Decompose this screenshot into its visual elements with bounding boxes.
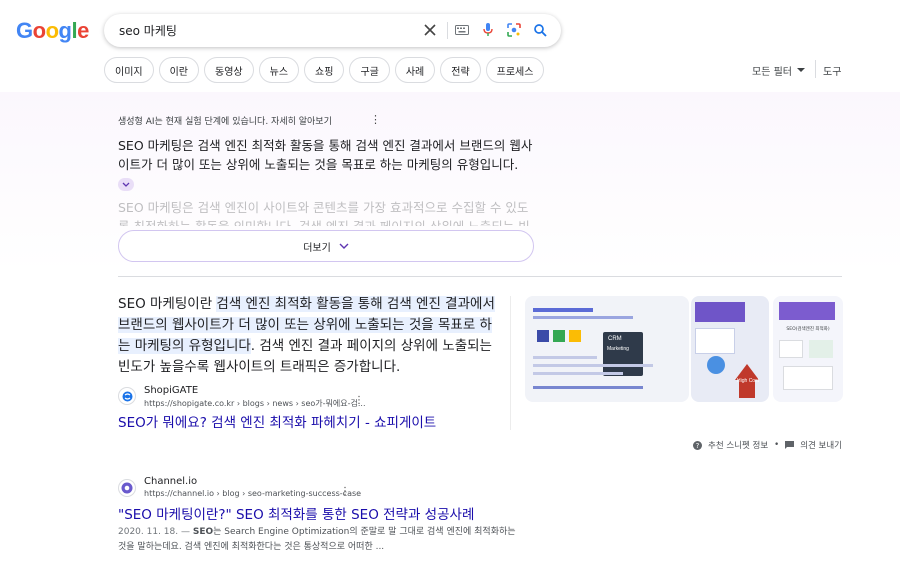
source-url: https://channel.io › blog › seo-marketin…: [144, 489, 362, 498]
ai-overview-main: SEO 마케팅은 검색 엔진 최적화 활동을 통해 검색 엔진 결과에서 브랜드…: [118, 138, 533, 172]
bullet: •: [774, 440, 780, 450]
shopigate-favicon: [118, 387, 136, 405]
seo-image-label: SEO(검색엔진 최적화): [786, 327, 830, 332]
chip-videos[interactable]: 동영상: [204, 57, 254, 83]
dropdown-arrow-icon: [796, 68, 805, 72]
snippet-lead: SEO 마케팅이란: [118, 296, 217, 312]
logo-letter: G: [16, 18, 33, 43]
filter-chips: 이미지 이란 동영상 뉴스 쇼핑 구글 사례 전략 프로세스: [104, 57, 545, 83]
feedback-icon: [785, 440, 795, 449]
ai-overview-faded-text: SEO 마케팅은 검색 엔진이 사이트와 콘텐츠를 가장 효과적으로 수집할 수…: [118, 200, 530, 226]
expand-chevron-icon[interactable]: [118, 178, 134, 191]
show-more-button[interactable]: 더보기: [118, 230, 534, 262]
logo-letter: o: [45, 18, 59, 43]
section-divider: [118, 276, 842, 277]
chip-process[interactable]: 프로세스: [485, 57, 545, 83]
ai-overview-label: 생성형 AI는 현재 실험 단계에 있습니다. 자세히 알아보기: [118, 117, 332, 127]
snippet-image[interactable]: SEO(검색엔진 최적화): [773, 296, 843, 402]
search-input[interactable]: seo 마케팅: [119, 22, 177, 39]
source-url: https://shopigate.co.kr › blogs › news ›…: [144, 399, 366, 408]
lens-icon[interactable]: [504, 20, 524, 40]
about-snippets-link[interactable]: 추천 스니펫 정보: [708, 439, 768, 451]
logo-letter: g: [58, 18, 72, 43]
more-options-icon[interactable]: ⋮: [354, 395, 364, 406]
microphone-icon[interactable]: [478, 20, 498, 40]
high-cost-label: High Cost: [737, 378, 759, 384]
chip-cases[interactable]: 사례: [394, 57, 436, 83]
snippet-meta: ? 추천 스니펫 정보 • 의견 보내기: [693, 439, 842, 451]
chip-meaning[interactable]: 이란: [158, 57, 200, 83]
logo-letter: o: [32, 18, 46, 43]
chevron-down-icon: [339, 243, 349, 249]
chip-google[interactable]: 구글: [349, 57, 390, 83]
show-more-label: 더보기: [303, 242, 331, 254]
crm-image-label: CRM: [608, 336, 622, 342]
svg-text:?: ?: [696, 442, 700, 450]
chip-news[interactable]: 뉴스: [258, 57, 300, 83]
result-snippet: 2020. 11. 18. — SEO는 Search Engine Optim…: [118, 525, 518, 555]
tools-button[interactable]: 도구: [823, 63, 841, 78]
channel-io-favicon: [118, 479, 136, 497]
result-date: 2020. 11. 18. —: [118, 527, 190, 537]
featured-snippet-text: SEO 마케팅이란 검색 엔진 최적화 활동을 통해 검색 엔진 결과에서 브랜…: [118, 294, 500, 378]
search-icon[interactable]: [530, 20, 550, 40]
divider: [447, 22, 448, 39]
logo-letter: e: [77, 18, 89, 43]
all-filters-label: 모든 필터: [752, 67, 792, 78]
snippet-image[interactable]: CRM Marketing: [525, 296, 689, 402]
chip-strategy[interactable]: 전략: [440, 57, 481, 83]
featured-snippet-title-link[interactable]: SEO가 뭐에요? 검색 엔진 최적화 파헤치기 - 쇼피게이트: [118, 411, 436, 431]
snippet-image[interactable]: High Cost: [691, 296, 769, 402]
more-options-icon[interactable]: ⋮: [370, 113, 381, 126]
ai-overview-text: SEO 마케팅은 검색 엔진 최적화 활동을 통해 검색 엔진 결과에서 브랜드…: [118, 136, 538, 193]
source-name: Channel.io: [144, 476, 198, 487]
source-name: ShopiGATE: [144, 385, 199, 396]
google-logo[interactable]: Google: [16, 18, 89, 44]
help-icon: ?: [693, 440, 703, 450]
search-box[interactable]: seo 마케팅: [104, 14, 561, 47]
more-options-icon[interactable]: ⋮: [340, 486, 350, 497]
result-title-link[interactable]: "SEO 마케팅이란?" SEO 최적화를 통한 SEO 전략과 성공사례: [118, 503, 474, 523]
clear-icon[interactable]: [420, 20, 440, 40]
chip-shopping[interactable]: 쇼핑: [304, 57, 345, 83]
divider: [815, 60, 816, 78]
keyboard-icon[interactable]: [452, 20, 472, 40]
featured-snippet-images: CRM Marketing High Cost SEO(검색엔진 최적화): [510, 296, 843, 430]
chip-images[interactable]: 이미지: [104, 57, 154, 83]
marketing-image-label: Marketing: [607, 346, 629, 352]
feedback-link[interactable]: 의견 보내기: [800, 439, 842, 451]
all-filters-button[interactable]: 모든 필터: [752, 63, 805, 78]
snippet-bold-term: SEO: [192, 527, 214, 537]
